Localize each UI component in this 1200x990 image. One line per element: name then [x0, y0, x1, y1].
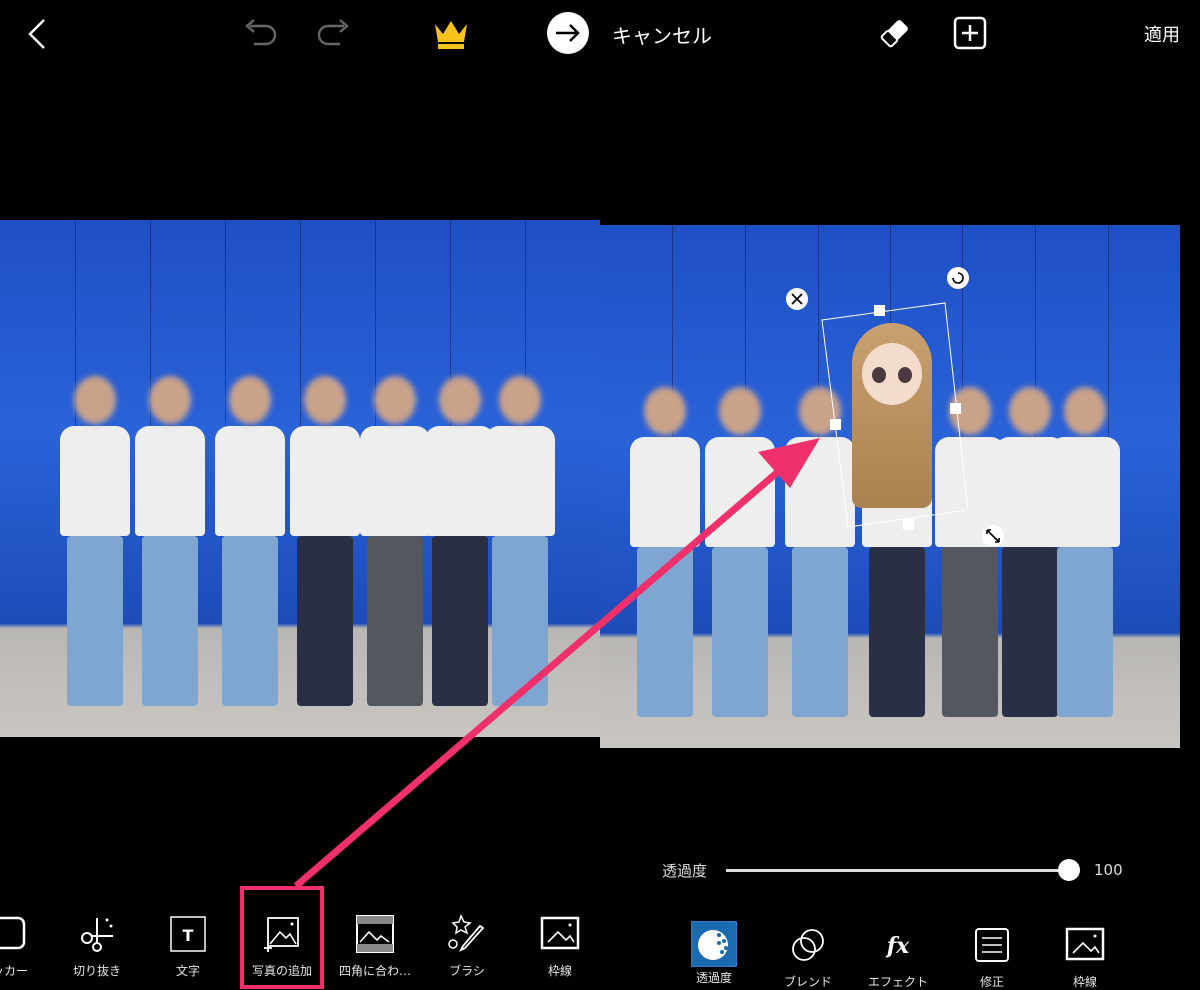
sticker-icon: [0, 916, 26, 950]
svg-text:fx: fx: [885, 933, 910, 959]
add-square-icon[interactable]: [953, 16, 987, 50]
fit-square-icon: [356, 915, 394, 953]
tool-border[interactable]: 枠線: [1045, 925, 1125, 990]
back-chevron-icon[interactable]: [26, 18, 48, 50]
selection-frame[interactable]: [780, 265, 1020, 565]
group-photo: [0, 220, 600, 737]
undo-icon[interactable]: [240, 18, 278, 48]
tool-text[interactable]: T 文字: [148, 914, 228, 979]
blend-icon: [792, 929, 824, 961]
tool-brush[interactable]: ブラシ: [427, 914, 507, 979]
opacity-label: 透過度: [662, 862, 708, 880]
svg-text:T: T: [183, 926, 194, 945]
tool-effect[interactable]: fx エフェクト: [858, 925, 938, 990]
tool-blend[interactable]: ブレンド: [768, 925, 848, 990]
tool-border[interactable]: 枠線: [520, 914, 600, 979]
text-icon: T: [170, 916, 206, 952]
opacity-slider-track[interactable]: [726, 869, 1070, 872]
cancel-button[interactable]: キャンセル: [612, 20, 712, 49]
tool-opacity[interactable]: 透過度: [674, 921, 754, 986]
tool-cutout[interactable]: 切り抜き: [57, 914, 137, 979]
cutout-scissors-icon: [81, 918, 113, 952]
crown-icon[interactable]: [432, 18, 470, 50]
border-icon: [1065, 927, 1105, 961]
brush-icon: [448, 914, 485, 953]
border-icon: [540, 916, 580, 950]
tool-adjust[interactable]: 修正: [952, 925, 1032, 990]
rotate-handle-icon[interactable]: [947, 267, 969, 289]
tool-add-photo[interactable]: 写真の追加: [242, 914, 322, 979]
redo-icon[interactable]: [316, 18, 354, 48]
eraser-icon[interactable]: [878, 16, 912, 50]
opacity-icon: [691, 921, 737, 967]
fx-icon: fx: [885, 933, 910, 959]
opacity-slider-thumb[interactable]: [1058, 859, 1080, 881]
tool-sticker[interactable]: ッカー: [0, 914, 50, 979]
apply-button[interactable]: 適用: [1144, 21, 1180, 47]
add-photo-icon: [264, 917, 299, 952]
tool-fit-square[interactable]: 四角に合わ…: [335, 914, 415, 979]
arrow-right-circle-icon[interactable]: [546, 11, 590, 55]
adjust-icon: [975, 928, 1009, 962]
opacity-value: 100: [1094, 861, 1123, 879]
